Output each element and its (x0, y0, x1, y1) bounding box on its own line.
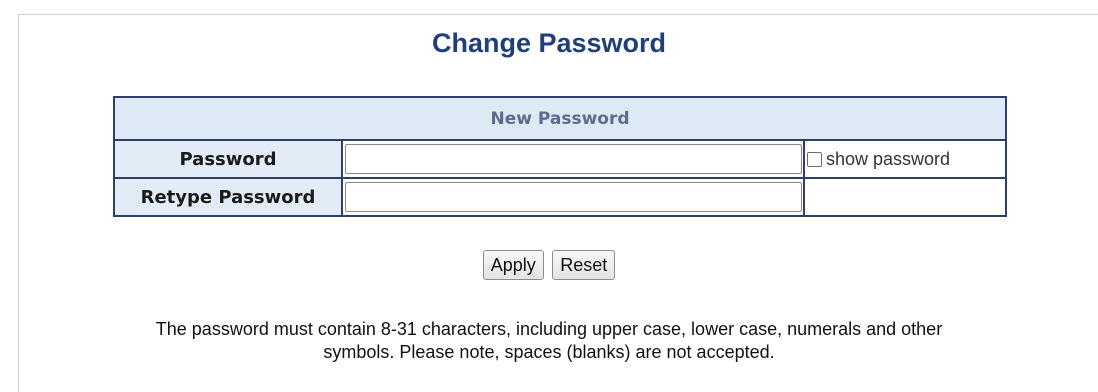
retype-password-input[interactable] (345, 182, 802, 212)
password-row: Password show password (113, 139, 1007, 179)
show-password-cell: show password (803, 139, 1007, 179)
button-bar: Apply Reset (0, 250, 1098, 280)
new-password-table: New Password Password show password Rety… (113, 96, 1007, 217)
show-password-checkbox[interactable] (807, 151, 822, 167)
password-cell (341, 139, 805, 179)
show-password-label[interactable]: show password (826, 149, 950, 170)
note-line-1: The password must contain 8-31 character… (155, 319, 943, 339)
password-input[interactable] (345, 144, 802, 174)
retype-password-cell (341, 177, 805, 217)
apply-button[interactable]: Apply (482, 250, 544, 280)
password-rules-note: The password must contain 8-31 character… (0, 318, 1098, 364)
retype-password-label: Retype Password (113, 177, 343, 217)
page-title: Change Password (431, 28, 667, 58)
retype-password-row: Retype Password (113, 177, 1007, 217)
empty-cell (803, 177, 1007, 217)
password-label: Password (113, 139, 343, 179)
note-line-2: symbols. Please note, spaces (blanks) ar… (323, 342, 775, 362)
table-header: New Password (113, 96, 1007, 141)
reset-button[interactable]: Reset (552, 250, 616, 280)
